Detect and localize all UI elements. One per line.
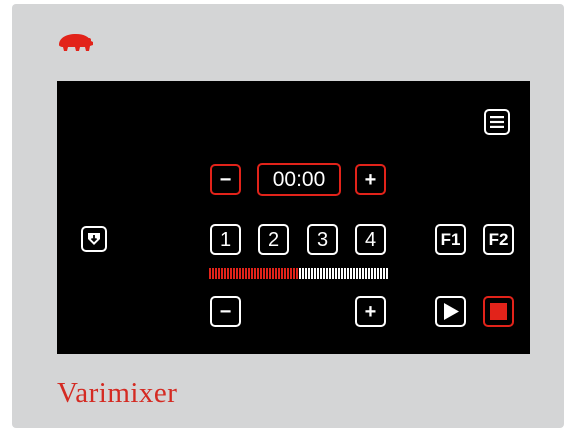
level-meter-segment <box>254 268 256 279</box>
level-meter-segment <box>317 268 319 279</box>
level-meter-segment <box>230 268 232 279</box>
speed-level-meter <box>209 268 389 279</box>
speed-1-button[interactable]: 1 <box>210 224 241 255</box>
level-meter-segment <box>227 268 229 279</box>
timer-decrease-button[interactable]: − <box>210 164 241 195</box>
level-meter-segment <box>308 268 310 279</box>
level-meter-segment <box>335 268 337 279</box>
hamburger-menu-icon <box>490 116 504 128</box>
level-meter-segment <box>257 268 259 279</box>
play-icon <box>443 303 459 320</box>
stop-button[interactable] <box>483 296 514 327</box>
level-meter-segment <box>380 268 382 279</box>
level-meter-segment <box>329 268 331 279</box>
speed-increase-button[interactable]: + <box>355 296 386 327</box>
speed-3-button[interactable]: 3 <box>307 224 338 255</box>
level-meter-segment <box>248 268 250 279</box>
level-meter-segment <box>305 268 307 279</box>
stop-icon <box>490 303 507 320</box>
level-meter-segment <box>314 268 316 279</box>
level-meter-segment <box>338 268 340 279</box>
level-meter-segment <box>374 268 376 279</box>
level-meter-segment <box>233 268 235 279</box>
function-f2-button[interactable]: F2 <box>483 224 514 255</box>
level-meter-segment <box>269 268 271 279</box>
menu-button[interactable] <box>484 109 510 135</box>
level-meter-segment <box>284 268 286 279</box>
timer-plus-label: + <box>364 168 377 191</box>
level-meter-segment <box>281 268 283 279</box>
level-meter-segment <box>272 268 274 279</box>
timer-display[interactable]: 00:00 <box>257 163 341 196</box>
level-meter-segment <box>347 268 349 279</box>
level-meter-segment <box>359 268 361 279</box>
bear-logo-icon <box>59 34 93 51</box>
level-meter-segment <box>251 268 253 279</box>
level-meter-segment <box>275 268 277 279</box>
level-meter-segment <box>320 268 322 279</box>
level-meter-segment <box>242 268 244 279</box>
level-meter-segment <box>323 268 325 279</box>
level-meter-segment <box>332 268 334 279</box>
brand-name: Varimixer <box>57 377 178 409</box>
level-meter-segment <box>278 268 280 279</box>
level-meter-segment <box>245 268 247 279</box>
level-meter-segment <box>236 268 238 279</box>
download-icon <box>88 233 100 245</box>
level-meter-segment <box>386 268 388 279</box>
level-meter-segment <box>290 268 292 279</box>
level-meter-segment <box>341 268 343 279</box>
speed-2-label: 2 <box>267 228 280 251</box>
level-meter-segment <box>365 268 367 279</box>
level-meter-segment <box>311 268 313 279</box>
level-meter-segment <box>356 268 358 279</box>
level-meter-segment <box>350 268 352 279</box>
speed-4-label: 4 <box>364 228 377 251</box>
touch-screen: − 00:00 + 1 2 3 4 F1 F2 − + <box>57 81 530 354</box>
level-meter-segment <box>260 268 262 279</box>
level-meter-segment <box>299 268 301 279</box>
speed-1-label: 1 <box>219 228 232 251</box>
level-meter-segment <box>368 268 370 279</box>
level-meter-segment <box>344 268 346 279</box>
speed-2-button[interactable]: 2 <box>258 224 289 255</box>
level-meter-segment <box>302 268 304 279</box>
level-meter-segment <box>239 268 241 279</box>
level-meter-segment <box>377 268 379 279</box>
level-meter-segment <box>218 268 220 279</box>
level-meter-segment <box>296 268 298 279</box>
timer-minus-label: − <box>219 168 232 191</box>
function-f1-label: F1 <box>440 230 461 249</box>
speed-decrease-button[interactable]: − <box>210 296 241 327</box>
level-meter-segment <box>266 268 268 279</box>
function-f2-label: F2 <box>488 230 509 249</box>
level-meter-segment <box>215 268 217 279</box>
level-meter-segment <box>221 268 223 279</box>
level-meter-segment <box>224 268 226 279</box>
level-meter-segment <box>362 268 364 279</box>
download-button[interactable] <box>81 226 107 252</box>
speed-minus-label: − <box>219 300 232 323</box>
timer-increase-button[interactable]: + <box>355 164 386 195</box>
level-meter-segment <box>371 268 373 279</box>
level-meter-segment <box>326 268 328 279</box>
level-meter-segment <box>293 268 295 279</box>
level-meter-segment <box>209 268 211 279</box>
timer-value: 00:00 <box>272 168 326 191</box>
function-f1-button[interactable]: F1 <box>435 224 466 255</box>
speed-4-button[interactable]: 4 <box>355 224 386 255</box>
speed-plus-label: + <box>364 300 377 323</box>
level-meter-segment <box>287 268 289 279</box>
level-meter-segment <box>353 268 355 279</box>
speed-3-label: 3 <box>316 228 329 251</box>
level-meter-segment <box>263 268 265 279</box>
level-meter-segment <box>383 268 385 279</box>
level-meter-segment <box>212 268 214 279</box>
start-button[interactable] <box>435 296 466 327</box>
